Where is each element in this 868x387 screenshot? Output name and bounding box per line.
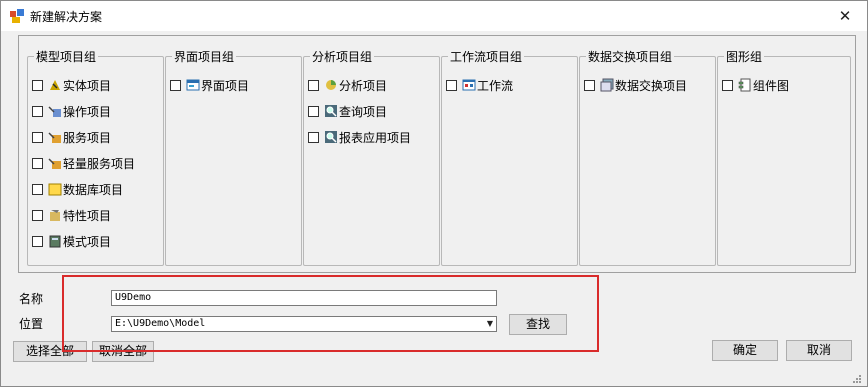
item-label: 工作流 xyxy=(477,78,514,93)
location-label: 位置 xyxy=(19,317,44,331)
name-input[interactable]: U9Demo xyxy=(111,290,497,306)
ui-form-icon xyxy=(186,79,200,91)
cancel-button[interactable]: 取消 xyxy=(786,340,852,361)
operation-icon xyxy=(48,106,61,117)
checkbox[interactable] xyxy=(32,79,43,91)
checkbox[interactable] xyxy=(584,79,595,91)
checkbox-service-project[interactable]: 服务项目 xyxy=(32,129,111,145)
checkbox-report-project[interactable]: 报表应用项目 xyxy=(308,129,411,145)
pattern-icon xyxy=(49,235,61,248)
deselect-all-button[interactable]: 取消全部 xyxy=(92,341,154,362)
item-label: 实体项目 xyxy=(63,78,112,93)
select-all-button[interactable]: 选择全部 xyxy=(13,341,87,362)
item-label: 数据库项目 xyxy=(63,182,124,197)
group-analysis-projects: 分析项目组 分析项目 查询项目 报表应用项目 xyxy=(303,48,440,266)
resize-grip-icon[interactable] xyxy=(852,374,862,384)
checkbox[interactable] xyxy=(446,79,457,91)
browse-button[interactable]: 查找 xyxy=(509,314,567,335)
checkbox[interactable] xyxy=(722,79,733,91)
item-label: 界面项目 xyxy=(201,78,250,93)
checkbox[interactable] xyxy=(32,183,43,195)
checkbox[interactable] xyxy=(32,235,43,247)
item-label: 分析项目 xyxy=(339,78,388,93)
group-title: 界面项目组 xyxy=(172,48,237,65)
window-title: 新建解决方案 xyxy=(30,10,103,24)
checkbox-ui-project[interactable]: 界面项目 xyxy=(170,77,249,93)
analysis-icon xyxy=(326,80,336,90)
checkbox-entity-project[interactable]: 实体项目 xyxy=(32,77,111,93)
service-icon xyxy=(48,132,61,143)
item-label: 组件图 xyxy=(753,78,790,93)
status-bar xyxy=(1,371,867,386)
checkbox-data-exchange-project[interactable]: 数据交换项目 xyxy=(584,77,687,93)
group-title: 图形组 xyxy=(724,48,765,65)
checkbox-component-diagram[interactable]: 组件图 xyxy=(722,77,789,93)
checkbox[interactable] xyxy=(32,105,43,117)
checkbox-database-project[interactable]: 数据库项目 xyxy=(32,181,123,197)
location-combo[interactable]: E:\U9Demo\Model xyxy=(111,316,497,332)
checkbox-workflow-project[interactable]: 工作流 xyxy=(446,77,513,93)
item-label: 特性项目 xyxy=(63,208,112,223)
group-title: 数据交换项目组 xyxy=(586,48,675,65)
new-solution-dialog: 新建解决方案 ✕ 模型项目组 实体项目 操作项目 服务项目 轻量服务项目 数据库… xyxy=(0,0,868,387)
database-icon xyxy=(48,183,62,196)
close-button[interactable]: ✕ xyxy=(823,3,867,29)
entity-icon xyxy=(50,80,60,90)
report-icon xyxy=(325,131,337,143)
name-label: 名称 xyxy=(19,292,44,306)
item-label: 数据交换项目 xyxy=(615,78,688,93)
checkbox-attribute-project[interactable]: 特性项目 xyxy=(32,207,111,223)
item-label: 查询项目 xyxy=(339,104,388,119)
item-label: 轻量服务项目 xyxy=(63,156,136,171)
component-diagram-icon xyxy=(738,78,751,92)
checkbox-pattern-project[interactable]: 模式项目 xyxy=(32,233,111,249)
group-title: 分析项目组 xyxy=(310,48,375,65)
app-icon xyxy=(10,9,24,23)
checkbox[interactable] xyxy=(32,209,43,221)
checkbox-analysis-project[interactable]: 分析项目 xyxy=(308,77,387,93)
group-title: 模型项目组 xyxy=(34,48,99,65)
checkbox[interactable] xyxy=(32,131,43,143)
group-title: 工作流项目组 xyxy=(448,48,525,65)
group-model-projects: 模型项目组 实体项目 操作项目 服务项目 轻量服务项目 数据库项目 特性项目 模… xyxy=(27,48,164,266)
query-icon xyxy=(325,105,337,117)
group-graphics: 图形组 组件图 xyxy=(717,48,851,266)
project-groups-panel: 模型项目组 实体项目 操作项目 服务项目 轻量服务项目 数据库项目 特性项目 模… xyxy=(18,35,856,273)
checkbox[interactable] xyxy=(308,131,319,143)
ok-button[interactable]: 确定 xyxy=(712,340,778,361)
checkbox[interactable] xyxy=(308,79,319,91)
group-workflow-projects: 工作流项目组 工作流 xyxy=(441,48,578,266)
group-data-exchange-projects: 数据交换项目组 数据交换项目 xyxy=(579,48,716,266)
checkbox[interactable] xyxy=(170,79,181,91)
group-ui-projects: 界面项目组 界面项目 xyxy=(165,48,302,266)
checkbox-query-project[interactable]: 查询项目 xyxy=(308,103,387,119)
title-bar: 新建解决方案 ✕ xyxy=(1,1,867,31)
checkbox-lightweight-service-project[interactable]: 轻量服务项目 xyxy=(32,155,135,171)
lightweight-service-icon xyxy=(48,158,61,169)
attribute-icon xyxy=(50,210,60,221)
checkbox[interactable] xyxy=(32,157,43,169)
checkbox[interactable] xyxy=(308,105,319,117)
workflow-icon xyxy=(462,79,476,91)
item-label: 操作项目 xyxy=(63,104,112,119)
data-exchange-icon xyxy=(600,78,614,92)
item-label: 报表应用项目 xyxy=(339,130,412,145)
checkbox-operation-project[interactable]: 操作项目 xyxy=(32,103,111,119)
item-label: 服务项目 xyxy=(63,130,112,145)
chevron-down-icon[interactable]: ▼ xyxy=(483,315,497,333)
item-label: 模式项目 xyxy=(63,234,112,249)
